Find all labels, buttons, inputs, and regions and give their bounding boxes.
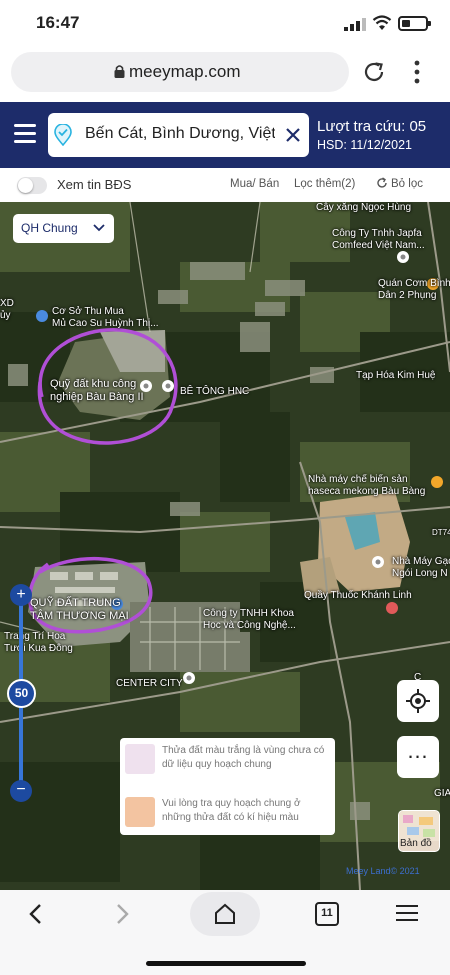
my-location-button[interactable]	[397, 680, 439, 722]
map-label-cay-xang: Cây xăng Ngọc Hùng	[316, 202, 412, 213]
listing-toggle[interactable]	[17, 177, 47, 194]
browser-more-icon[interactable]	[410, 58, 424, 86]
map-label-quy-dat-ttm: QUỸ ĐẤT TRUNG TÂM THƯƠNG MẠI	[30, 597, 129, 622]
reload-icon[interactable]	[360, 58, 388, 86]
expiry-label: HSD: 11/12/2021	[317, 138, 412, 152]
tabs-button[interactable]: 11	[315, 902, 339, 926]
location-pin-icon	[54, 124, 72, 146]
wifi-icon	[372, 15, 392, 30]
map-label-khoa-hoc: Công ty TNHH Khoa Học và Công Nghệ...	[203, 608, 296, 631]
legend-swatch-white	[125, 744, 155, 774]
map-legend: Thửa đất màu trắng là vùng chưa có dữ li…	[120, 738, 335, 835]
planning-layer-select[interactable]: QH Chung	[13, 214, 114, 243]
map-label-japfa: Công Ty Tnhh Japfa Comfeed Việt Nam...	[332, 228, 425, 251]
battery-icon	[398, 16, 431, 31]
back-icon[interactable]	[26, 903, 46, 925]
zoom-in-button[interactable]: +	[10, 584, 32, 606]
location-search[interactable]: Bến Cát, Bình Dương, Việt	[48, 113, 309, 157]
reset-icon	[377, 177, 387, 188]
crosshair-icon	[406, 689, 430, 713]
address-bar[interactable]: meeymap.com	[11, 52, 349, 92]
map-label-quan-com: Quán Cơm Bình Dân 2 Phụng	[378, 278, 450, 301]
search-input[interactable]: Bến Cát, Bình Dương, Việt	[85, 125, 275, 143]
forward-icon[interactable]	[112, 903, 132, 925]
map-label-tap-hoa: Tạp Hóa Kim Huệ	[356, 370, 436, 381]
home-indicator	[146, 961, 306, 966]
map-copyright: Meey Land© 2021	[346, 866, 420, 876]
legend-swatch-marked	[125, 797, 155, 827]
status-time: 16:47	[36, 13, 80, 32]
planning-layer-value: QH Chung	[21, 221, 78, 235]
filter-bar: Xem tin BĐS Mua/ Bán Lọc thêm(2) Bỏ lọc	[0, 168, 450, 202]
app-header: Bến Cát, Bình Dương, Việt Lượt tra cứu: …	[0, 102, 450, 168]
map-label-quy-dat-kcn: Quỹ đất khu công nghiệp Bàu Bàng II	[50, 378, 144, 403]
listing-toggle-label: Xem tin BĐS	[57, 177, 132, 192]
map-label-gia: GIA	[434, 788, 450, 799]
home-icon	[215, 903, 235, 924]
quota-label: Lượt tra cứu: 05	[317, 118, 427, 135]
basemap-switch-button[interactable]: Bản đồ	[398, 810, 440, 852]
quota-info: Lượt tra cứu: 05 HSD: 11/12/2021	[317, 118, 426, 152]
zoom-out-button[interactable]: −	[10, 780, 32, 802]
map-thumbnail-icon	[399, 811, 439, 841]
zoom-level-handle[interactable]: 50	[7, 679, 36, 708]
map-label-dt7: DT74	[432, 528, 450, 537]
signal-icon	[344, 18, 366, 31]
transaction-filter[interactable]: Mua/ Bán	[230, 178, 279, 190]
basemap-label: Bản đồ	[400, 838, 432, 849]
map-label-xd: XD ủy	[0, 298, 14, 321]
map-label-quay-thuoc: Quầy Thuốc Khánh Linh	[304, 590, 412, 601]
map-label-co-so: Cơ Sở Thu Mua Mủ Cao Su Huỳnh Thị...	[52, 306, 159, 329]
reset-label: Bỏ lọc	[391, 178, 423, 190]
map-more-button[interactable]: …	[397, 736, 439, 778]
satellite-map[interactable]: Cây xăng Ngọc Hùng Công Ty Tnhh Japfa Co…	[0, 202, 450, 890]
close-icon[interactable]	[283, 125, 303, 145]
map-label-be-tong: BÊ TÔNG HNC	[180, 386, 250, 397]
reset-filters-button[interactable]: Bỏ lọc	[376, 177, 423, 190]
status-bar: 16:47	[0, 0, 450, 48]
legend-text-white: Thửa đất màu trắng là vùng chưa có dữ li…	[162, 745, 325, 770]
legend-text-marked: Vui lòng tra quy hoạch chung ở những thử…	[162, 798, 301, 823]
home-button[interactable]	[190, 892, 260, 936]
map-label-nha-may-che-bien: Nhà máy chế biến sản haseca mekong Bàu B…	[308, 474, 426, 497]
url-text: meeymap.com	[129, 62, 241, 81]
lock-icon	[114, 65, 125, 78]
map-label-trang-tri: Trang Trí Hoa Tươi Kua Đông	[4, 631, 73, 654]
browser-menu-icon[interactable]	[396, 905, 418, 923]
more-filters-button[interactable]: Lọc thêm(2)	[294, 178, 355, 190]
chevron-down-icon	[93, 224, 105, 232]
map-label-nha-may-gach: Nhà Máy Gạc Ngói Long N	[392, 556, 450, 579]
map-label-center-city: CENTER CITY	[116, 678, 183, 689]
menu-icon[interactable]	[14, 124, 36, 144]
